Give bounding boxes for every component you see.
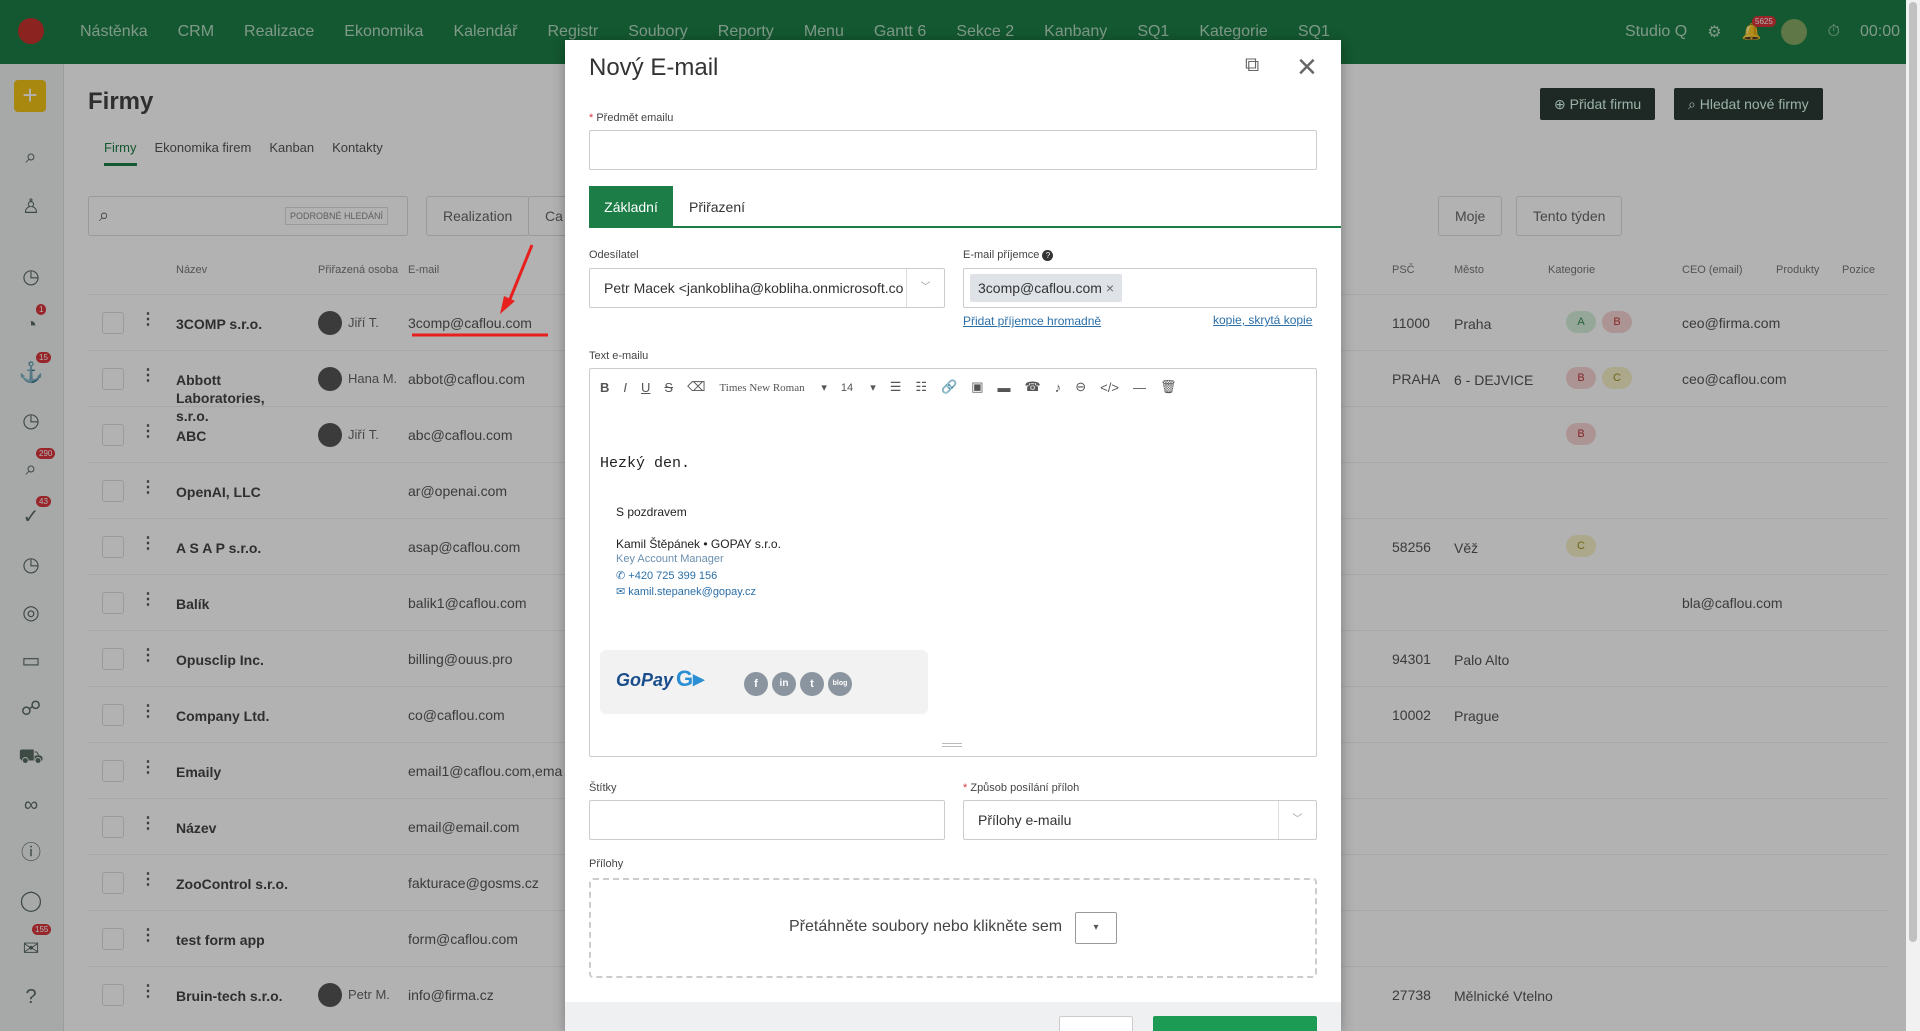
copy-icon[interactable]: ⧉ — [1245, 54, 1267, 80]
close-icon[interactable]: × — [1297, 50, 1317, 84]
modal-tabs: Základní Přiřazení — [589, 186, 1341, 228]
attachments-label: Přílohy — [589, 858, 624, 870]
cancel-button[interactable] — [1059, 1016, 1133, 1031]
send-button[interactable] — [1153, 1016, 1317, 1031]
help-icon[interactable]: ? — [1042, 250, 1054, 261]
dropzone-text: Přetáhněte soubory nebo klikněte sem — [789, 918, 1063, 935]
underline-icon[interactable]: U — [641, 380, 650, 395]
body-greeting: Hezký den. — [600, 455, 691, 472]
linkedin-icon[interactable]: in — [772, 672, 796, 696]
recipient-label: E-mail příjemce ? — [963, 249, 1054, 261]
code-icon[interactable]: </> — [1100, 380, 1119, 395]
cc-bcc-link[interactable]: kopie, skrytá kopie — [1213, 313, 1312, 327]
trash-icon[interactable]: 🗑 — [1160, 379, 1177, 395]
signature-phone: ✆ +420 725 399 156 — [616, 570, 718, 582]
gopay-g-icon: G▸ — [676, 666, 705, 691]
recipient-tag: 3comp@caflou.com × — [970, 274, 1123, 302]
modal-title: Nový E-mail — [589, 54, 719, 81]
scrollbar[interactable] — [1906, 0, 1920, 1031]
blog-icon[interactable]: blog — [828, 672, 852, 696]
embed-icon[interactable]: ⊖ — [1075, 379, 1086, 395]
bold-icon[interactable]: B — [600, 380, 609, 395]
tags-label: Štítky — [589, 782, 617, 794]
gopay-logo: GoPay — [616, 670, 674, 690]
body-label: Text e-mailu — [589, 350, 649, 362]
bullet-list-icon[interactable]: ☰ — [890, 379, 902, 395]
tab-prirazeni[interactable]: Přiřazení — [689, 186, 745, 228]
resize-handle[interactable] — [942, 743, 962, 747]
signature-name: Kamil Štěpánek • GOPAY s.r.o. — [616, 537, 781, 551]
modal-footer — [565, 1002, 1341, 1031]
body-regards: S pozdravem — [616, 505, 687, 519]
subject-label: * Předmět emailu — [589, 112, 674, 124]
image-icon[interactable]: ▣ — [971, 379, 983, 395]
dropzone-menu-button[interactable]: ▾ — [1075, 912, 1117, 944]
italic-icon[interactable]: I — [623, 380, 627, 395]
tab-zakladni[interactable]: Základní — [589, 186, 673, 228]
email-editor[interactable]: B I U S ⌫ Times New Roman ▾ 14 ▾ ☰ ☷ 🔗 ▣… — [589, 368, 1317, 757]
tags-input[interactable] — [589, 800, 945, 840]
font-size-select[interactable]: 14 ▾ — [841, 381, 876, 394]
sender-select[interactable]: Petr Macek <jankobliha@kobliha.onmicroso… — [589, 268, 945, 308]
gopay-banner: GoPay G▸ f in t blog — [600, 650, 928, 714]
remove-icon[interactable]: × — [1106, 280, 1114, 296]
font-family-select[interactable]: Times New Roman ▾ — [719, 381, 826, 394]
strikethrough-icon[interactable]: S — [664, 380, 673, 395]
recipient-input[interactable]: 3comp@caflou.com × — [963, 268, 1317, 308]
eraser-icon[interactable]: ⌫ — [687, 379, 705, 395]
phone-icon[interactable]: ☎ — [1025, 379, 1041, 395]
subject-input[interactable] — [589, 130, 1317, 170]
link-icon[interactable]: 🔗 — [941, 379, 957, 395]
attach-mode-select[interactable]: Přílohy e-mailu ﹀ — [963, 800, 1317, 840]
audio-icon[interactable]: ♪ — [1055, 380, 1062, 395]
video-icon[interactable]: ▬ — [998, 380, 1011, 395]
hr-icon[interactable]: — — [1133, 380, 1146, 395]
bulk-recipients-link[interactable]: Přidat příjemce hromadně — [963, 314, 1101, 328]
chevron-down-icon: ﹀ — [1278, 801, 1316, 839]
new-email-modal: Nový E-mail ⧉ × * Předmět emailu Základn… — [565, 40, 1341, 1031]
twitter-icon[interactable]: t — [800, 672, 824, 696]
attach-mode-label: * Způsob posílání příloh — [963, 782, 1080, 794]
file-dropzone[interactable]: Přetáhněte soubory nebo klikněte sem ▾ — [589, 878, 1317, 978]
numbered-list-icon[interactable]: ☷ — [915, 379, 927, 395]
signature-role: Key Account Manager — [616, 553, 724, 565]
sender-label: Odesílatel — [589, 249, 639, 261]
signature-email: ✉ kamil.stepanek@gopay.cz — [616, 586, 757, 598]
editor-toolbar: B I U S ⌫ Times New Roman ▾ 14 ▾ ☰ ☷ 🔗 ▣… — [600, 377, 1190, 397]
chevron-down-icon: ﹀ — [906, 269, 944, 307]
facebook-icon[interactable]: f — [744, 672, 768, 696]
